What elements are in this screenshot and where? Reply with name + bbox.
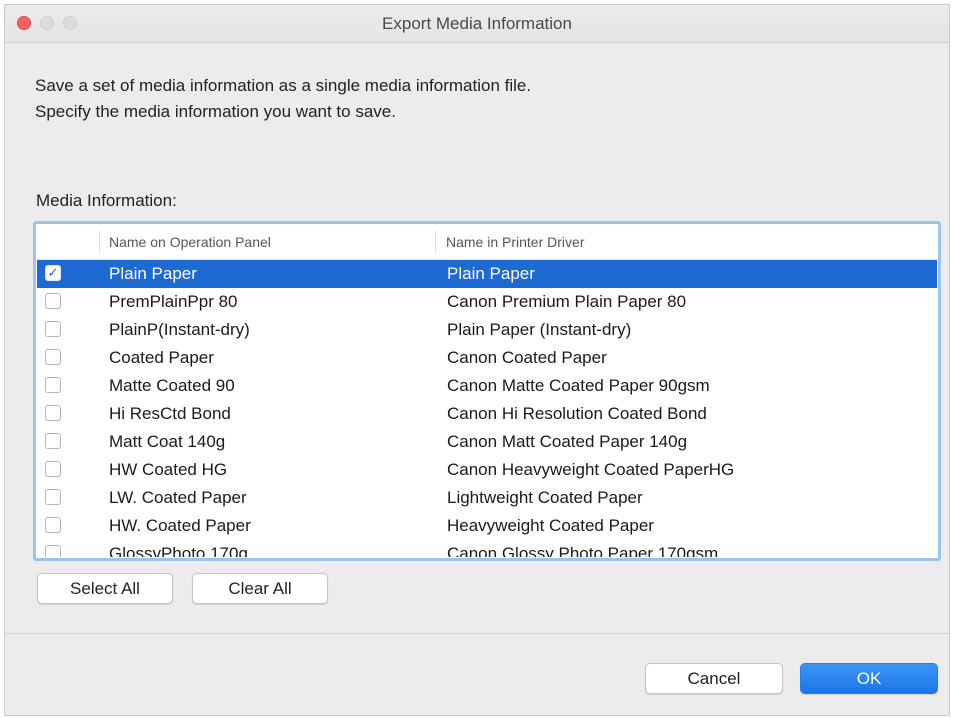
table-scroll-area[interactable]: Name on Operation Panel Name in Printer … bbox=[37, 225, 937, 557]
title-bar: Export Media Information bbox=[5, 5, 949, 43]
driver-name-cell: Plain Paper (Instant-dry) bbox=[447, 320, 632, 339]
table-row[interactable]: PremPlainPpr 80 Canon Premium Plain Pape… bbox=[37, 288, 937, 316]
row-checkbox[interactable] bbox=[45, 489, 61, 505]
table-row[interactable]: Matt Coat 140g Canon Matt Coated Paper 1… bbox=[37, 428, 937, 456]
media-information-table[interactable]: Name on Operation Panel Name in Printer … bbox=[33, 221, 941, 561]
row-checkbox[interactable] bbox=[45, 433, 61, 449]
description-line-1: Save a set of media information as a sin… bbox=[35, 76, 532, 95]
row-checkbox[interactable] bbox=[45, 461, 61, 477]
row-checkbox[interactable] bbox=[45, 517, 61, 533]
footer-divider bbox=[5, 633, 949, 634]
column-header-printer-driver[interactable]: Name in Printer Driver bbox=[446, 234, 584, 250]
panel-name-cell: GlossyPhoto 170g bbox=[109, 544, 248, 557]
panel-name-cell: HW. Coated Paper bbox=[109, 516, 251, 535]
driver-name-cell: Canon Glossy Photo Paper 170gsm bbox=[447, 544, 719, 557]
row-checkbox[interactable] bbox=[45, 293, 61, 309]
driver-name-cell: Canon Premium Plain Paper 80 bbox=[447, 292, 687, 311]
table-row[interactable]: GlossyPhoto 170g Canon Glossy Photo Pape… bbox=[37, 540, 937, 557]
driver-name-cell: Plain Paper bbox=[447, 264, 535, 283]
driver-name-cell: Canon Heavyweight Coated PaperHG bbox=[447, 460, 735, 479]
column-divider bbox=[435, 231, 436, 253]
column-header-operation-panel[interactable]: Name on Operation Panel bbox=[109, 234, 271, 250]
driver-name-cell: Heavyweight Coated Paper bbox=[447, 516, 654, 535]
table-row[interactable]: Matte Coated 90 Canon Matte Coated Paper… bbox=[37, 372, 937, 400]
description: Save a set of media information as a sin… bbox=[35, 73, 531, 125]
table-rows: ✓ Plain Paper Plain Paper PremPlainPpr 8… bbox=[37, 260, 937, 557]
column-divider bbox=[99, 231, 100, 253]
row-checkbox[interactable] bbox=[45, 545, 61, 557]
table-row[interactable]: Coated Paper Canon Coated Paper bbox=[37, 344, 937, 372]
driver-name-cell: Canon Coated Paper bbox=[447, 348, 607, 367]
table-row[interactable]: HW Coated HG Canon Heavyweight Coated Pa… bbox=[37, 456, 937, 484]
row-checkbox[interactable] bbox=[45, 321, 61, 337]
row-checkbox[interactable] bbox=[45, 405, 61, 421]
table-row[interactable]: PlainP(Instant-dry) Plain Paper (Instant… bbox=[37, 316, 937, 344]
row-checkbox[interactable]: ✓ bbox=[45, 265, 61, 281]
panel-name-cell: PremPlainPpr 80 bbox=[109, 292, 238, 311]
table-row[interactable]: ✓ Plain Paper Plain Paper bbox=[37, 260, 937, 288]
panel-name-cell: Matt Coat 140g bbox=[109, 432, 226, 451]
panel-name-cell: PlainP(Instant-dry) bbox=[109, 320, 250, 339]
panel-name-cell: LW. Coated Paper bbox=[109, 488, 247, 507]
export-media-dialog: Export Media Information Save a set of m… bbox=[4, 4, 950, 716]
row-checkbox[interactable] bbox=[45, 349, 61, 365]
driver-name-cell: Canon Matt Coated Paper 140g bbox=[447, 432, 688, 451]
clear-all-button[interactable]: Clear All bbox=[192, 573, 328, 604]
media-information-label: Media Information: bbox=[36, 191, 177, 210]
table-row[interactable]: HW. Coated Paper Heavyweight Coated Pape… bbox=[37, 512, 937, 540]
row-checkbox[interactable] bbox=[45, 377, 61, 393]
table-row[interactable]: LW. Coated Paper Lightweight Coated Pape… bbox=[37, 484, 937, 512]
driver-name-cell: Lightweight Coated Paper bbox=[447, 488, 643, 507]
table-row[interactable]: Hi ResCtd Bond Canon Hi Resolution Coate… bbox=[37, 400, 937, 428]
panel-name-cell: Plain Paper bbox=[109, 264, 197, 283]
panel-name-cell: Matte Coated 90 bbox=[109, 376, 235, 395]
window-title: Export Media Information bbox=[382, 14, 572, 33]
cancel-button[interactable]: Cancel bbox=[645, 663, 783, 694]
driver-name-cell: Canon Matte Coated Paper 90gsm bbox=[447, 376, 710, 395]
select-all-button[interactable]: Select All bbox=[37, 573, 173, 604]
panel-name-cell: Coated Paper bbox=[109, 348, 214, 367]
ok-button[interactable]: OK bbox=[800, 663, 938, 694]
description-line-2: Specify the media information you want t… bbox=[35, 102, 396, 121]
driver-name-cell: Canon Hi Resolution Coated Bond bbox=[447, 404, 707, 423]
panel-name-cell: HW Coated HG bbox=[109, 460, 228, 479]
table-header: Name on Operation Panel Name in Printer … bbox=[37, 225, 937, 260]
panel-name-cell: Hi ResCtd Bond bbox=[109, 404, 231, 423]
